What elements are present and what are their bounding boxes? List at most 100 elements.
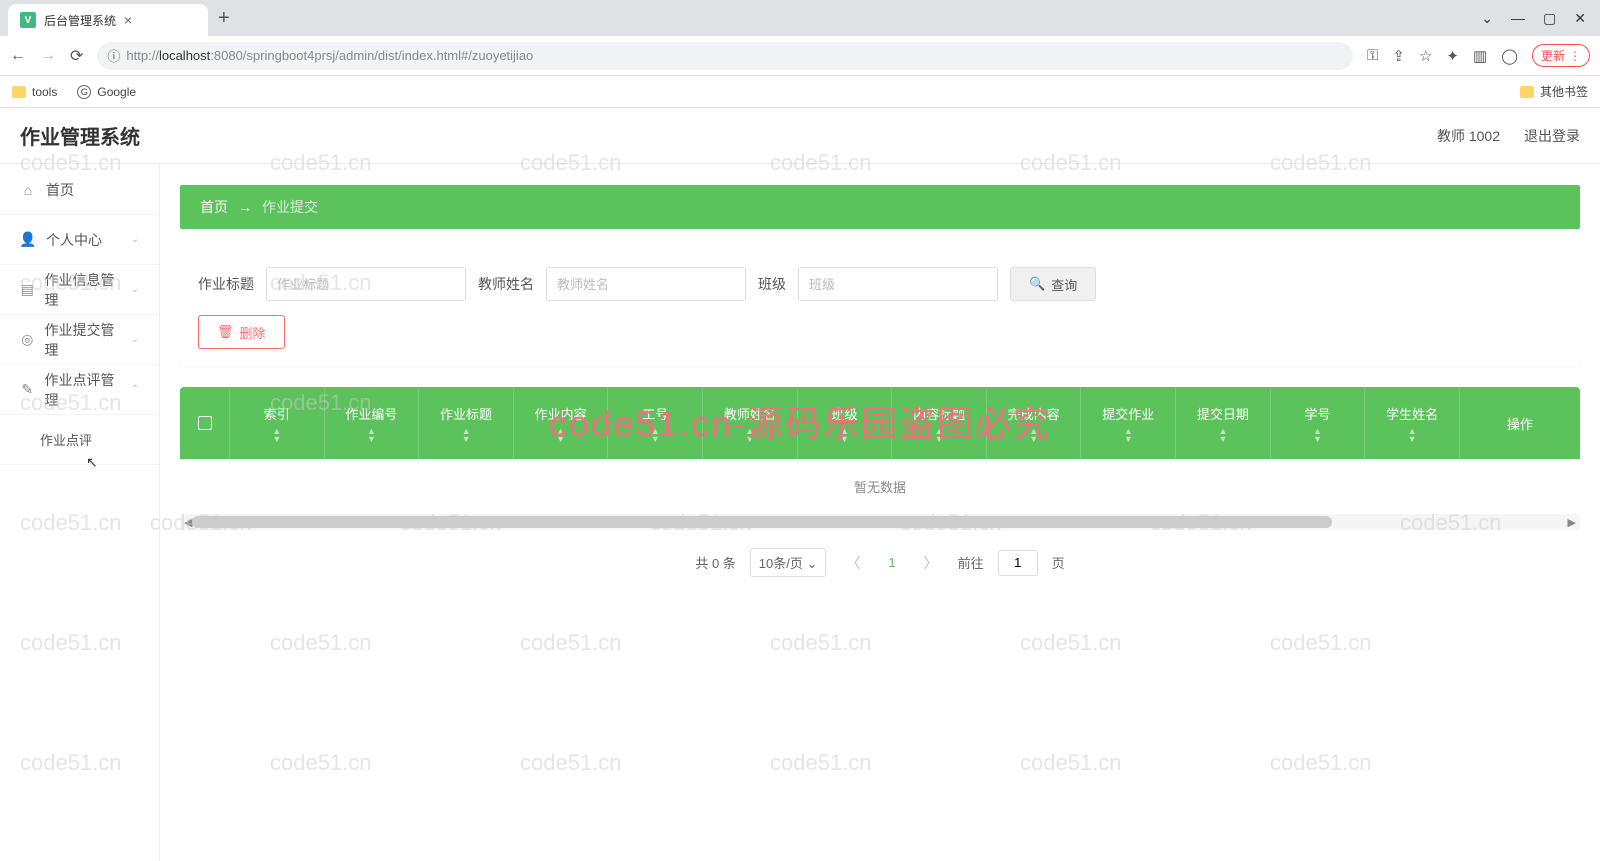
scroll-right-icon[interactable]: ▶ bbox=[1566, 514, 1578, 530]
tab-title: 后台管理系统 bbox=[44, 12, 116, 29]
jump-input[interactable] bbox=[998, 550, 1038, 576]
next-page-button[interactable]: 〉 bbox=[918, 553, 944, 573]
th-index[interactable]: 索引▲▼ bbox=[230, 387, 325, 459]
bookmark-tools[interactable]: tools bbox=[12, 85, 57, 99]
th-checkbox[interactable] bbox=[180, 387, 230, 459]
input-teacher[interactable] bbox=[546, 267, 746, 301]
sidebar-item-hw-review[interactable]: ✎ 作业点评管理 ⌃ bbox=[0, 365, 159, 415]
page-size-select[interactable]: 10条/页 ⌄ bbox=[750, 548, 827, 577]
th-done-content[interactable]: 完成内容▲▼ bbox=[987, 387, 1082, 459]
sidebar-item-profile[interactable]: 👤 个人中心 ⌄ bbox=[0, 215, 159, 265]
breadcrumb-current: 作业提交 bbox=[262, 197, 318, 217]
sort-icon: ▲▼ bbox=[1313, 427, 1322, 443]
page-suffix: 页 bbox=[1052, 553, 1065, 572]
reload-icon[interactable]: ⟳ bbox=[70, 46, 83, 66]
other-bookmarks[interactable]: 其他书签 bbox=[1520, 83, 1588, 100]
delete-button[interactable]: 🗑 删除 bbox=[198, 315, 285, 349]
sidebar-item-home[interactable]: ⌂ 首页 bbox=[0, 165, 159, 215]
forward-icon[interactable]: → bbox=[40, 47, 56, 65]
key-icon[interactable]: ⚿ bbox=[1367, 47, 1378, 64]
update-button[interactable]: 更新⋮ bbox=[1532, 44, 1590, 67]
th-hw-content[interactable]: 作业内容▲▼ bbox=[514, 387, 609, 459]
minimize-icon[interactable]: — bbox=[1511, 10, 1525, 27]
sort-icon: ▲▼ bbox=[1124, 427, 1133, 443]
bookmark-google[interactable]: G Google bbox=[77, 85, 136, 99]
window-controls: ⌄ — ▢ ✕ bbox=[1467, 10, 1600, 27]
table-empty: 暂无数据 bbox=[180, 459, 1580, 514]
app-user-area: 教师 1002 退出登录 bbox=[1437, 126, 1580, 146]
nav-bar: ← → ⟳ ⓘ http://localhost:8080/springboot… bbox=[0, 36, 1600, 76]
chevron-down-icon: ⌄ bbox=[131, 284, 139, 295]
query-button[interactable]: 🔍 查询 bbox=[1010, 267, 1096, 301]
horizontal-scrollbar[interactable]: ◀ ▶ bbox=[180, 514, 1580, 530]
label-class: 班级 bbox=[758, 274, 786, 294]
maximize-icon[interactable]: ▢ bbox=[1543, 10, 1556, 27]
th-student-name[interactable]: 学生姓名▲▼ bbox=[1365, 387, 1460, 459]
trash-icon: 🗑 bbox=[217, 324, 234, 340]
info-icon[interactable]: ⓘ bbox=[107, 46, 120, 65]
th-submit-date[interactable]: 提交日期▲▼ bbox=[1176, 387, 1271, 459]
input-title[interactable] bbox=[266, 267, 466, 301]
input-class[interactable] bbox=[798, 267, 998, 301]
jump-label: 前往 bbox=[958, 553, 984, 572]
user-icon: 👤 bbox=[20, 232, 36, 248]
chevron-down-icon: ⌄ bbox=[807, 556, 818, 571]
th-submit-hw[interactable]: 提交作业▲▼ bbox=[1081, 387, 1176, 459]
review-icon: ✎ bbox=[20, 382, 35, 398]
sort-icon: ▲▼ bbox=[1408, 427, 1417, 443]
th-content-title[interactable]: 内容标题▲▼ bbox=[892, 387, 987, 459]
prev-page-button[interactable]: 〈 bbox=[840, 553, 866, 573]
th-hw-no[interactable]: 作业编号▲▼ bbox=[325, 387, 420, 459]
sort-icon: ▲▼ bbox=[1218, 427, 1227, 443]
th-teacher[interactable]: 教师姓名▲▼ bbox=[703, 387, 798, 459]
profile-icon[interactable]: ◯ bbox=[1501, 47, 1518, 65]
th-student-no[interactable]: 学号▲▼ bbox=[1271, 387, 1366, 459]
browser-chrome: V 后台管理系统 × + ⌄ — ▢ ✕ ← → ⟳ ⓘ http://loca… bbox=[0, 0, 1600, 109]
chevron-down-icon[interactable]: ⌄ bbox=[1481, 10, 1493, 27]
chevron-up-icon: ⌃ bbox=[131, 384, 139, 395]
app-body: ⌂ 首页 👤 个人中心 ⌄ ▤ 作业信息管理 ⌄ ◎ 作业提交管理 ⌄ ✎ 作业… bbox=[0, 109, 1600, 861]
nav-right: ⚿ ⇪ ☆ ✦ ▥ ◯ 更新⋮ bbox=[1367, 44, 1590, 67]
sort-icon: ▲▼ bbox=[556, 427, 565, 443]
address-bar[interactable]: ⓘ http://localhost:8080/springboot4prsj/… bbox=[97, 42, 1353, 70]
app-header: 作业管理系统 教师 1002 退出登录 bbox=[0, 108, 1600, 164]
vue-favicon-icon: V bbox=[20, 12, 36, 28]
form-icon: ▤ bbox=[20, 282, 35, 298]
bookmarks-bar: tools G Google 其他书签 bbox=[0, 76, 1600, 108]
sidebar: ⌂ 首页 👤 个人中心 ⌄ ▤ 作业信息管理 ⌄ ◎ 作业提交管理 ⌄ ✎ 作业… bbox=[0, 109, 160, 861]
sort-icon: ▲▼ bbox=[651, 427, 660, 443]
th-staff-no[interactable]: 工号▲▼ bbox=[608, 387, 703, 459]
label-teacher: 教师姓名 bbox=[478, 274, 534, 294]
user-role[interactable]: 教师 1002 bbox=[1437, 126, 1500, 146]
upload-icon: ◎ bbox=[20, 332, 35, 348]
folder-icon bbox=[12, 86, 26, 98]
sidebar-item-hw-review-sub[interactable]: 作业点评 bbox=[0, 415, 159, 465]
sort-icon: ▲▼ bbox=[462, 427, 471, 443]
share-icon[interactable]: ⇪ bbox=[1392, 47, 1405, 65]
search-panel: 作业标题 教师姓名 班级 🔍 查询 🗑 删除 bbox=[180, 249, 1580, 367]
sidebar-item-hw-info[interactable]: ▤ 作业信息管理 ⌄ bbox=[0, 265, 159, 315]
sort-icon: ▲▼ bbox=[272, 427, 281, 443]
logout-link[interactable]: 退出登录 bbox=[1524, 126, 1580, 146]
main-content: 首页 → 作业提交 作业标题 教师姓名 班级 🔍 查询 🗑 删除 bbox=[160, 109, 1600, 861]
th-class[interactable]: 班级▲▼ bbox=[798, 387, 893, 459]
breadcrumb-home[interactable]: 首页 bbox=[200, 197, 228, 217]
new-tab-button[interactable]: + bbox=[208, 7, 240, 30]
chevron-down-icon: ⌄ bbox=[131, 334, 139, 345]
scrollbar-thumb[interactable] bbox=[192, 516, 1332, 528]
sidebar-item-hw-submit[interactable]: ◎ 作业提交管理 ⌄ bbox=[0, 315, 159, 365]
folder-icon bbox=[1520, 86, 1534, 98]
back-icon[interactable]: ← bbox=[10, 47, 26, 65]
th-hw-title[interactable]: 作业标题▲▼ bbox=[419, 387, 514, 459]
sidepanel-icon[interactable]: ▥ bbox=[1473, 47, 1487, 65]
close-tab-icon[interactable]: × bbox=[124, 12, 132, 28]
star-icon[interactable]: ☆ bbox=[1419, 47, 1432, 65]
tab-strip: V 后台管理系统 × + ⌄ — ▢ ✕ bbox=[0, 0, 1600, 36]
extensions-icon[interactable]: ✦ bbox=[1446, 47, 1459, 65]
browser-tab[interactable]: V 后台管理系统 × bbox=[8, 4, 208, 36]
globe-icon: G bbox=[77, 85, 91, 99]
close-window-icon[interactable]: ✕ bbox=[1574, 10, 1586, 27]
arrow-icon: → bbox=[238, 199, 252, 215]
url-text: http://localhost:8080/springboot4prsj/ad… bbox=[126, 48, 1343, 63]
current-page[interactable]: 1 bbox=[880, 555, 903, 570]
